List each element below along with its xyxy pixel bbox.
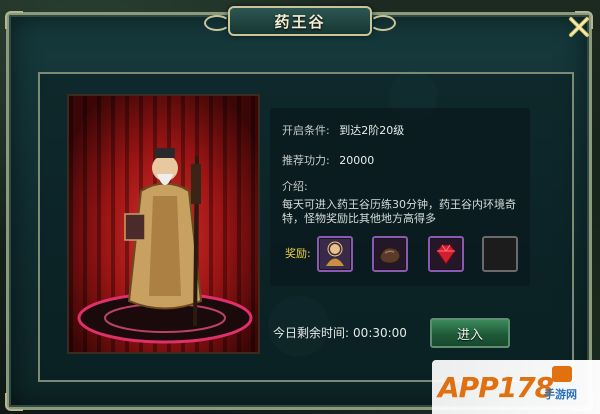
condition-value: 到达2阶20级 — [339, 124, 405, 137]
buddha-figure-icon — [320, 239, 350, 269]
reward-label: 奖励: — [285, 247, 311, 260]
dialog-title: 药王谷 — [274, 12, 326, 31]
site-watermark: APP178 手游网 — [432, 360, 600, 414]
enter-button[interactable]: 进入 — [430, 318, 510, 348]
power-value: 20000 — [339, 154, 375, 167]
watermark-logo: APP178 — [438, 370, 554, 404]
npc-portrait — [67, 94, 260, 354]
power-label: 推荐功力: — [282, 154, 330, 167]
power-row: 推荐功力: 20000 — [282, 152, 374, 168]
frame-corner — [5, 11, 23, 29]
close-icon — [569, 17, 589, 37]
elder-figure-icon — [77, 148, 253, 344]
reward-slot-empty[interactable] — [482, 236, 518, 272]
intro-text: 每天可进入药王谷历练30分钟，药王谷内环境奇特，怪物奖励比其他地方高得多 — [282, 198, 516, 225]
title-plaque: 药王谷 — [204, 6, 396, 36]
timer-value: 00:30:00 — [353, 326, 407, 340]
intro-row: 介绍: — [282, 178, 308, 194]
ore-stone-icon — [375, 239, 405, 269]
reward-slot-2[interactable] — [372, 236, 408, 272]
watermark-subtitle: 手游网 — [544, 388, 577, 401]
red-gem-icon — [431, 239, 461, 269]
remaining-time: 今日剩余时间: 00:30:00 — [273, 324, 407, 341]
close-button[interactable] — [566, 14, 592, 40]
condition-row: 开启条件: 到达2阶20级 — [282, 122, 404, 138]
intro-label: 介绍: — [282, 180, 308, 193]
reward-slot-3[interactable] — [428, 236, 464, 272]
watermark-badge — [552, 366, 572, 382]
reward-slot-1[interactable] — [317, 236, 353, 272]
frame-corner — [5, 393, 23, 411]
timer-label: 今日剩余时间: — [273, 326, 350, 340]
condition-label: 开启条件: — [282, 124, 330, 137]
